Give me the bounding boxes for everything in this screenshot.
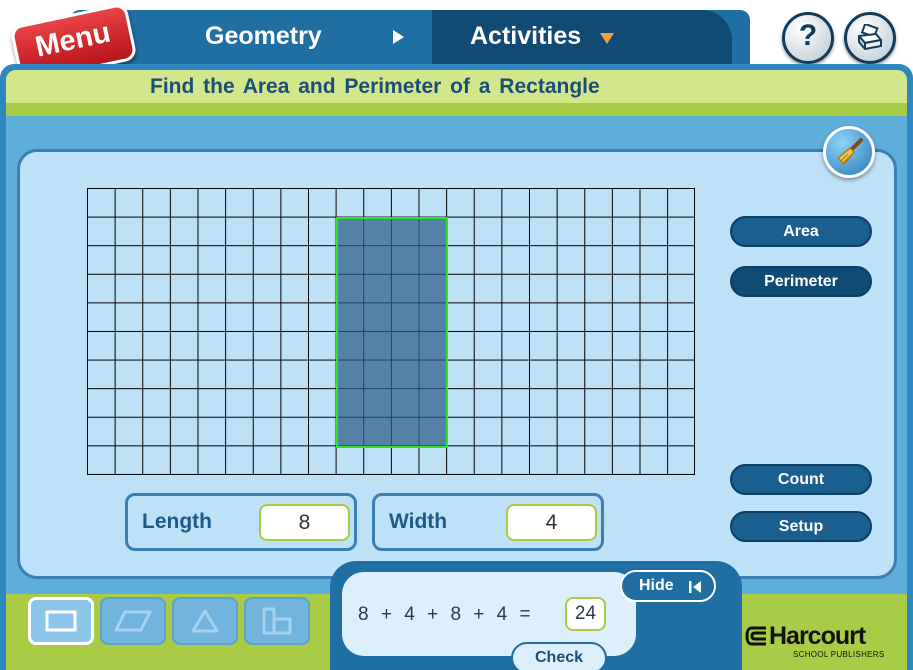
parallelogram-icon: [114, 610, 152, 632]
hide-label: Hide: [639, 577, 674, 594]
composite-shape-icon: [262, 607, 292, 635]
width-input[interactable]: 4: [506, 504, 597, 541]
equation-expression: 8 + 4 + 8 + 4 =: [358, 604, 531, 625]
publisher-name: Harcourt: [769, 622, 866, 650]
length-label: Length: [142, 510, 212, 533]
play-arrow-icon: [393, 30, 404, 44]
setup-button[interactable]: Setup: [730, 511, 872, 542]
triangle-icon: [191, 609, 219, 633]
skip-back-icon: [689, 581, 701, 593]
width-field-group: Width 4: [372, 493, 604, 551]
dropdown-arrow-icon[interactable]: [600, 33, 614, 44]
shape-tab-parallelogram[interactable]: [100, 597, 166, 645]
broom-icon: [837, 138, 863, 165]
page-title: Find the Area and Perimeter of a Rectang…: [150, 75, 600, 98]
print-button[interactable]: [844, 12, 896, 64]
shape-tab-composite[interactable]: [244, 597, 310, 645]
count-button[interactable]: Count: [730, 464, 872, 495]
publisher-tagline: SCHOOL PUBLISHERS: [793, 650, 885, 659]
publisher-logo: Harcourt SCHOOL PUBLISHERS: [745, 622, 885, 662]
hide-button[interactable]: Hide: [620, 570, 716, 602]
breadcrumb-geometry[interactable]: Geometry: [205, 21, 322, 51]
help-icon: ?: [798, 19, 818, 52]
answer-input[interactable]: 24: [565, 597, 606, 631]
width-label: Width: [389, 510, 448, 533]
activities-dropdown-label[interactable]: Activities: [470, 21, 581, 51]
clear-button[interactable]: [823, 126, 875, 178]
length-input[interactable]: 8: [259, 504, 350, 541]
harcourt-logo-icon: [745, 626, 766, 646]
shape-tab-rectangle[interactable]: [28, 597, 94, 645]
shaded-rectangle[interactable]: [336, 217, 448, 448]
shape-tab-triangle[interactable]: [172, 597, 238, 645]
help-button[interactable]: ?: [782, 12, 834, 64]
title-band-stripe: [6, 103, 907, 116]
rectangle-icon: [45, 610, 77, 632]
app-window: Menu Geometry Activities ? Find the Area…: [0, 0, 913, 670]
length-field-group: Length 8: [125, 493, 357, 551]
area-button[interactable]: Area: [730, 216, 872, 247]
perimeter-button[interactable]: Perimeter: [730, 266, 872, 297]
menu-label: Menu: [32, 16, 114, 64]
print-icon: [858, 24, 882, 50]
check-button[interactable]: Check: [511, 642, 607, 670]
